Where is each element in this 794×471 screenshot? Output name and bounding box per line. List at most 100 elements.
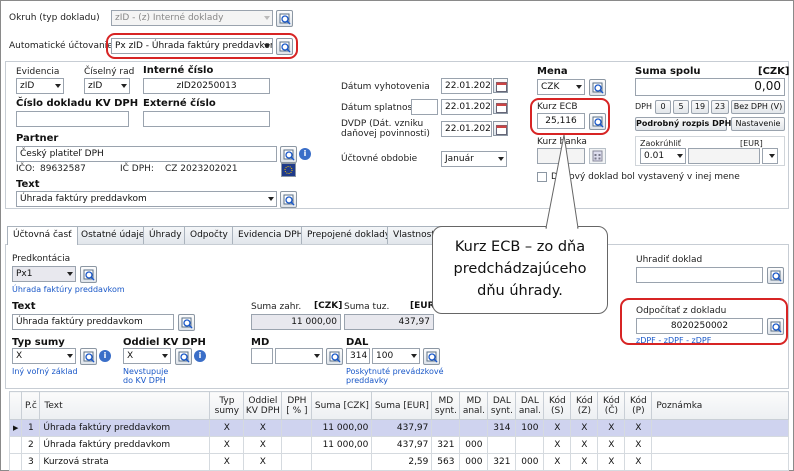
cell[interactable]	[281, 419, 313, 437]
col-dal-synt[interactable]: DAL synt.	[487, 391, 517, 420]
md-anal-select[interactable]	[275, 348, 323, 364]
cell[interactable]: 321	[487, 453, 517, 471]
col-text[interactable]: Text	[39, 391, 211, 420]
info-icon[interactable]: i	[299, 148, 311, 160]
table-row[interactable]: 3 Kurzová strata X X 2,59 563 000 321 00…	[8, 453, 789, 471]
cell[interactable]: X	[624, 419, 653, 437]
col-suma-czk[interactable]: Suma [CZK]	[311, 391, 373, 420]
cell[interactable]: X	[570, 453, 599, 471]
cell[interactable]: X	[624, 453, 653, 471]
col-kod-c[interactable]: Kód (Č)	[597, 391, 626, 420]
calendar-icon[interactable]	[493, 121, 508, 136]
cell[interactable]: 563	[431, 453, 461, 471]
cislo-kv-field[interactable]	[16, 111, 129, 127]
mena-select[interactable]: CZK	[537, 79, 585, 95]
cell[interactable]	[515, 436, 545, 454]
dal-search-button[interactable]	[423, 348, 440, 365]
podrobny-rozpis-button[interactable]: Podrobný rozpis DPH	[635, 117, 731, 131]
cell[interactable]: X	[209, 436, 245, 454]
externe-cislo-field[interactable]	[143, 111, 270, 127]
cell[interactable]: X	[570, 436, 599, 454]
cell[interactable]: 321	[431, 436, 461, 454]
cell[interactable]: 3	[21, 453, 41, 471]
tab-odpocty[interactable]: Odpočty	[184, 226, 234, 244]
cell[interactable]	[281, 436, 313, 454]
text-search-button[interactable]	[280, 191, 297, 208]
text-mid-search-button[interactable]	[178, 314, 195, 331]
partner-field[interactable]: Český platiteľ DPH	[16, 146, 277, 162]
text-top-field[interactable]: Úhrada faktúry preddavkom	[16, 191, 277, 207]
cell[interactable]: 2,59	[371, 453, 433, 471]
col-kod-s[interactable]: Kód (S)	[543, 391, 572, 420]
cell[interactable]	[487, 436, 517, 454]
cell[interactable]: X	[597, 453, 626, 471]
uctovne-obdobie-select[interactable]: Január	[441, 151, 507, 167]
typ-sumy-select[interactable]: X	[12, 348, 76, 364]
datum-splatnosti-field[interactable]: 22.01.2025	[441, 99, 492, 115]
calendar-icon[interactable]	[493, 78, 508, 93]
cell[interactable]: X	[209, 419, 245, 437]
cell[interactable]: 000	[459, 436, 489, 454]
cell[interactable]: Úhrada faktúry preddavkom	[39, 419, 211, 437]
cell[interactable]: 11 000,00	[311, 436, 373, 454]
tab-prepojene-doklady[interactable]: Prepojené doklady	[301, 226, 397, 244]
cell[interactable]: X	[543, 453, 572, 471]
eu-flag-icon[interactable]	[281, 163, 296, 177]
cell[interactable]	[281, 453, 313, 471]
tab-evidencia-dph[interactable]: Evidencia DPH	[232, 226, 310, 244]
cell[interactable]: 000	[459, 453, 489, 471]
cell[interactable]	[651, 453, 789, 471]
tab-uhrady[interactable]: Úhrady	[143, 226, 188, 244]
suma-spolu-field[interactable]: 0,00	[635, 78, 785, 96]
interne-cislo-field[interactable]: zID20250013	[143, 78, 270, 94]
cell[interactable]	[651, 436, 789, 454]
partner-search-button[interactable]	[280, 146, 297, 163]
dph-23-button[interactable]: 23	[711, 100, 729, 114]
dvdp-field[interactable]: 22.01.2025	[441, 121, 492, 137]
cell[interactable]: 000	[515, 453, 545, 471]
dph-19-button[interactable]: 19	[691, 100, 709, 114]
zaokruhlit-method-dropdown[interactable]	[762, 148, 778, 164]
md-synt-field[interactable]	[251, 348, 273, 364]
dal-anal-select[interactable]: 100	[372, 348, 420, 364]
cell[interactable]: X	[243, 436, 283, 454]
dph-5-button[interactable]: 5	[673, 100, 689, 114]
cell[interactable]: 100	[515, 419, 545, 437]
oddiel-kv-search-button[interactable]	[175, 348, 192, 365]
cell[interactable]: X	[543, 419, 572, 437]
tab-ostatne-udaje[interactable]: Ostatné údaje	[75, 226, 151, 244]
text-mid-field[interactable]: Úhrada faktúry preddavkom	[12, 314, 174, 330]
okruh-select[interactable]: zID - (z) Interné doklady	[111, 10, 273, 26]
col-md-anal[interactable]: MD anal.	[459, 391, 489, 420]
col-poznamka[interactable]: Poznámka	[651, 391, 789, 420]
col-suma-eur[interactable]: Suma [EUR]	[371, 391, 433, 420]
col-kod-z[interactable]: Kód (Z)	[570, 391, 599, 420]
zaokruhlit-select[interactable]: 0.01	[640, 148, 686, 164]
typ-sumy-search-button[interactable]	[80, 348, 97, 365]
cell[interactable]: X	[597, 419, 626, 437]
predkontacia-search-button[interactable]	[80, 266, 97, 283]
ciselny-rad-select[interactable]: zID	[84, 78, 130, 94]
table-row[interactable]: ▶ 1 Úhrada faktúry preddavkom X X 11 000…	[8, 419, 789, 437]
col-dph[interactable]: DPH[ % ]	[281, 391, 313, 420]
col-oddiel-kv[interactable]: Oddiel KV DPH	[243, 391, 283, 420]
cell[interactable]: X	[624, 436, 653, 454]
cell[interactable]: X	[543, 436, 572, 454]
col-kod-p[interactable]: Kód (P)	[624, 391, 653, 420]
cell[interactable]: 437,97	[371, 419, 433, 437]
col-md-synt[interactable]: MD synt.	[431, 391, 461, 420]
col-pc[interactable]: P.č	[21, 391, 41, 420]
tab-uctovna-cast[interactable]: Účtovná časť	[7, 226, 78, 245]
table-row[interactable]: 2 Úhrada faktúry preddavkom X X 11 000,0…	[8, 436, 789, 454]
nastavenie-button[interactable]: Nastavenie	[731, 117, 785, 131]
cell[interactable]: 437,97	[371, 436, 433, 454]
cell[interactable]	[311, 453, 373, 471]
datum-vyhotovenia-field[interactable]: 22.01.2025	[441, 78, 492, 94]
cell[interactable]: 1	[21, 419, 41, 437]
cell[interactable]	[459, 419, 489, 437]
cell[interactable]: Úhrada faktúry preddavkom	[39, 436, 211, 454]
uhradit-search-button[interactable]	[767, 267, 784, 284]
evidencia-select[interactable]: zID	[16, 78, 64, 94]
cell[interactable]: X	[570, 419, 599, 437]
cell[interactable]: Kurzová strata	[39, 453, 211, 471]
